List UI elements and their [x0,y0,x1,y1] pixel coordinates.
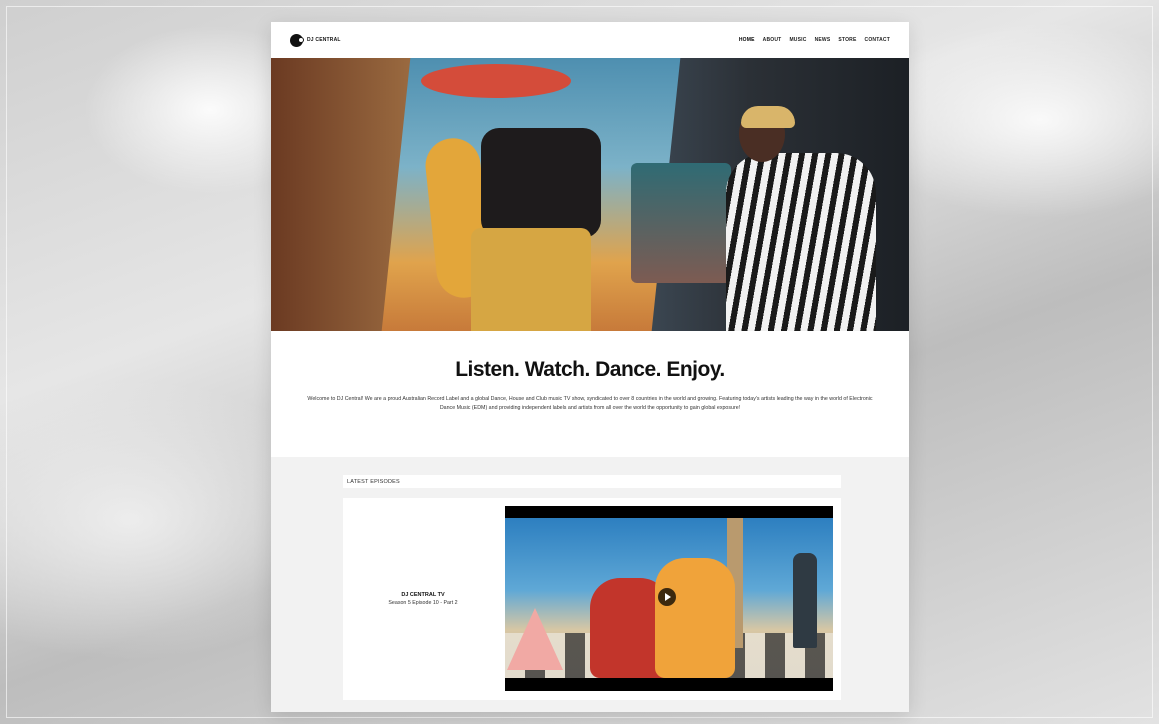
main-menu: HOME ABOUT MUSIC NEWS STORE CONTACT [739,37,890,43]
hero-background-painting [631,163,731,283]
thumb-statue [793,553,817,648]
hero-painter-figure [726,153,876,331]
video-player[interactable] [505,506,833,691]
logo-text: DJ CENTRAL [307,36,341,43]
play-button[interactable] [658,588,676,606]
hero-image [271,58,909,331]
top-navigation: DJ CENTRAL HOME ABOUT MUSIC NEWS STORE C… [271,22,909,58]
intro-paragraph: Welcome to DJ Central! We are a proud Au… [307,396,873,411]
website-mockup: DJ CENTRAL HOME ABOUT MUSIC NEWS STORE C… [271,22,909,712]
nav-music[interactable]: MUSIC [789,37,806,43]
vinyl-logo-icon [290,33,304,47]
episode-title: Season 5 Episode 10 - Part 2 [388,600,458,606]
nav-home[interactable]: HOME [739,37,755,43]
intro-section: Listen. Watch. Dance. Enjoy. Welcome to … [271,331,909,457]
hero-painter-headscarf [741,106,795,128]
site-logo[interactable]: DJ CENTRAL [290,33,341,47]
thumb-dancer-2 [655,558,735,678]
episode-show-name: DJ CENTRAL TV [401,592,445,598]
thumb-pyramid [507,608,563,670]
nav-store[interactable]: STORE [838,37,856,43]
hero-painted-hat [421,64,571,98]
hero-painted-skirt [471,228,591,331]
latest-episodes-section: LATEST EPISODES DJ CENTRAL TV Season 5 E… [271,457,909,712]
page-headline: Listen. Watch. Dance. Enjoy. [455,358,725,381]
nav-contact[interactable]: CONTACT [865,37,890,43]
episode-card: DJ CENTRAL TV Season 5 Episode 10 - Part… [343,498,841,700]
play-icon [665,593,671,601]
section-header: LATEST EPISODES [343,475,841,488]
nav-news[interactable]: NEWS [815,37,831,43]
episode-info: DJ CENTRAL TV Season 5 Episode 10 - Part… [343,498,503,700]
nav-about[interactable]: ABOUT [763,37,782,43]
hero-painted-torso [481,128,601,238]
